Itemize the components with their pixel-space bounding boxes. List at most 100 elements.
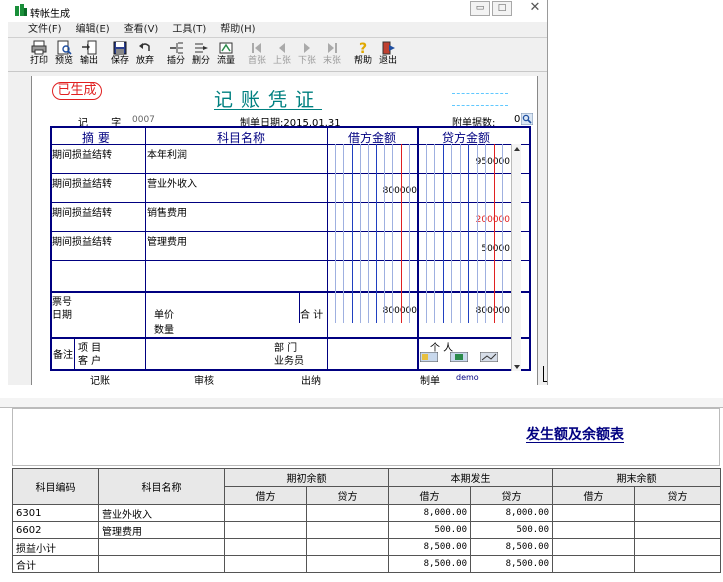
entry-summary[interactable]: 期间损益结转 — [52, 175, 112, 190]
search-icon[interactable] — [521, 113, 533, 125]
toolbar-button-undo[interactable]: 放弃 — [133, 40, 157, 70]
menu-item[interactable]: 工具(T) — [172, 22, 206, 37]
closing-header: 期末余额 — [552, 468, 721, 487]
table-row[interactable]: 6602 管理费用 500.00 500.00 — [12, 521, 721, 539]
entry-debit[interactable]: 800000 — [357, 186, 417, 196]
digit-divider — [502, 144, 503, 323]
digit-divider — [434, 144, 435, 323]
menu-item[interactable]: 查看(V) — [124, 22, 159, 37]
cell-period-credit: 8,000.00 — [470, 504, 553, 522]
opening-debit-header: 借方 — [224, 486, 307, 505]
entry-account[interactable]: 销售费用 — [147, 204, 187, 219]
card-icon[interactable] — [450, 352, 468, 362]
cell-opening-credit — [306, 521, 389, 539]
minimize-button[interactable]: ▭ — [470, 1, 490, 16]
cell-code: 合计 — [12, 555, 99, 573]
voucher-window: 转帐生成 ▭ □ ✕ 文件(F) 编辑(E) 查看(V) 工具(T) 帮助(H) 打印预… — [8, 0, 548, 387]
entry-account[interactable]: 本年利润 — [147, 146, 187, 161]
toolbar-button-exit[interactable]: 退出 — [376, 40, 400, 70]
toolbar-label: 首张 — [247, 56, 266, 66]
title-bar: 转帐生成 ▭ □ ✕ — [8, 0, 547, 22]
toolbar-button-prev[interactable]: 上张 — [270, 40, 294, 70]
report-toolbar — [0, 398, 723, 408]
voucher-number[interactable]: 0007 — [132, 115, 155, 125]
remark-label: 备注 — [53, 350, 73, 361]
scroll-up-icon[interactable] — [513, 145, 521, 153]
vertical-scrollbar[interactable] — [511, 144, 521, 372]
toolbar-button-preview[interactable]: 预览 — [52, 40, 76, 70]
toolbar-label: 下张 — [297, 56, 316, 66]
menu-bar: 文件(F) 编辑(E) 查看(V) 工具(T) 帮助(H) — [8, 22, 547, 38]
period-debit-header: 借方 — [388, 486, 471, 505]
last-icon — [324, 40, 340, 55]
entry-account[interactable]: 营业外收入 — [147, 175, 197, 190]
column-divider — [417, 128, 419, 369]
generated-stamp: 已生成 — [52, 82, 102, 100]
menu-item[interactable]: 文件(F) — [28, 22, 62, 37]
entry-summary[interactable]: 期间损益结转 — [52, 233, 112, 248]
insert-row-icon — [168, 40, 184, 55]
cell-period-debit: 8,500.00 — [388, 555, 471, 573]
chart-icon[interactable] — [480, 352, 498, 362]
table-row[interactable]: 损益小计 8,500.00 8,500.00 — [12, 538, 721, 556]
cell-period-debit: 8,500.00 — [388, 538, 471, 556]
toolbar-button-delete-row[interactable]: 删分 — [189, 40, 213, 70]
row-divider — [52, 260, 529, 261]
save-icon — [112, 40, 128, 55]
close-button[interactable]: ✕ — [524, 1, 546, 16]
toolbar-button-help[interactable]: ? 帮助 — [351, 40, 375, 70]
cell-closing-credit — [634, 521, 721, 539]
toolbar-button-flow[interactable]: 流量 — [214, 40, 238, 70]
toolbar-label: 流量 — [216, 56, 235, 66]
cashier-label: 出纳 — [301, 376, 321, 387]
digit-divider — [460, 144, 461, 323]
menu-item[interactable]: 编辑(E) — [76, 22, 110, 37]
date-label-footer: 日期 — [52, 310, 72, 321]
digit-divider — [485, 144, 486, 323]
menu-item[interactable]: 帮助(H) — [220, 22, 255, 37]
scroll-down-icon[interactable] — [513, 363, 521, 371]
voucher-panel: 已生成 记账凭证 记 字 0007 制单日期:2015.01.31 附单据数: … — [31, 76, 538, 387]
maximize-button[interactable]: □ — [492, 1, 512, 16]
toolbar-button-export[interactable]: 输出 — [77, 40, 101, 70]
digit-divider — [384, 144, 385, 323]
opening-credit-header: 贷方 — [306, 486, 389, 505]
book-icon[interactable] — [420, 352, 438, 362]
cell-period-credit: 8,500.00 — [470, 538, 553, 556]
entry-account[interactable]: 管理费用 — [147, 233, 187, 248]
table-row[interactable]: 合计 8,500.00 8,500.00 — [12, 555, 721, 573]
toolbar-label: 预览 — [54, 56, 73, 66]
toolbar-button-insert-row[interactable]: 插分 — [164, 40, 188, 70]
cell-opening-credit — [306, 504, 389, 522]
toolbar-label: 插分 — [166, 56, 185, 66]
digit-divider — [368, 144, 369, 323]
cell-opening-debit — [224, 555, 307, 573]
divider — [452, 93, 508, 94]
voucher-title: 记账凭证 — [214, 89, 323, 111]
toolbar-button-printer[interactable]: 打印 — [27, 40, 51, 70]
entry-summary[interactable]: 期间损益结转 — [52, 204, 112, 219]
table-row[interactable]: 6301 营业外收入 8,000.00 8,000.00 — [12, 504, 721, 522]
app-icon — [15, 4, 27, 16]
printer-icon — [31, 40, 47, 55]
row-divider — [52, 291, 529, 293]
debit-header: 借方金额 — [348, 131, 397, 145]
entry-summary[interactable]: 期间损益结转 — [52, 146, 112, 161]
delete-row-icon — [193, 40, 209, 55]
flow-icon — [218, 40, 234, 55]
attach-count[interactable]: 0 — [514, 114, 520, 125]
cell-name: 营业外收入 — [98, 504, 225, 522]
row-divider — [52, 231, 529, 232]
cell-closing-debit — [552, 555, 635, 573]
cell-period-debit: 500.00 — [388, 521, 471, 539]
toolbar-button-save[interactable]: 保存 — [108, 40, 132, 70]
cell-closing-credit — [634, 504, 721, 522]
undo-icon — [137, 40, 153, 55]
toolbar-button-next[interactable]: 下张 — [295, 40, 319, 70]
account-header: 科目名称 — [217, 131, 266, 145]
toolbar-button-last[interactable]: 末张 — [320, 40, 344, 70]
toolbar-button-first[interactable]: 首张 — [245, 40, 269, 70]
cell-code: 损益小计 — [12, 538, 99, 556]
column-divider — [145, 128, 146, 369]
digit-divider — [352, 144, 353, 323]
